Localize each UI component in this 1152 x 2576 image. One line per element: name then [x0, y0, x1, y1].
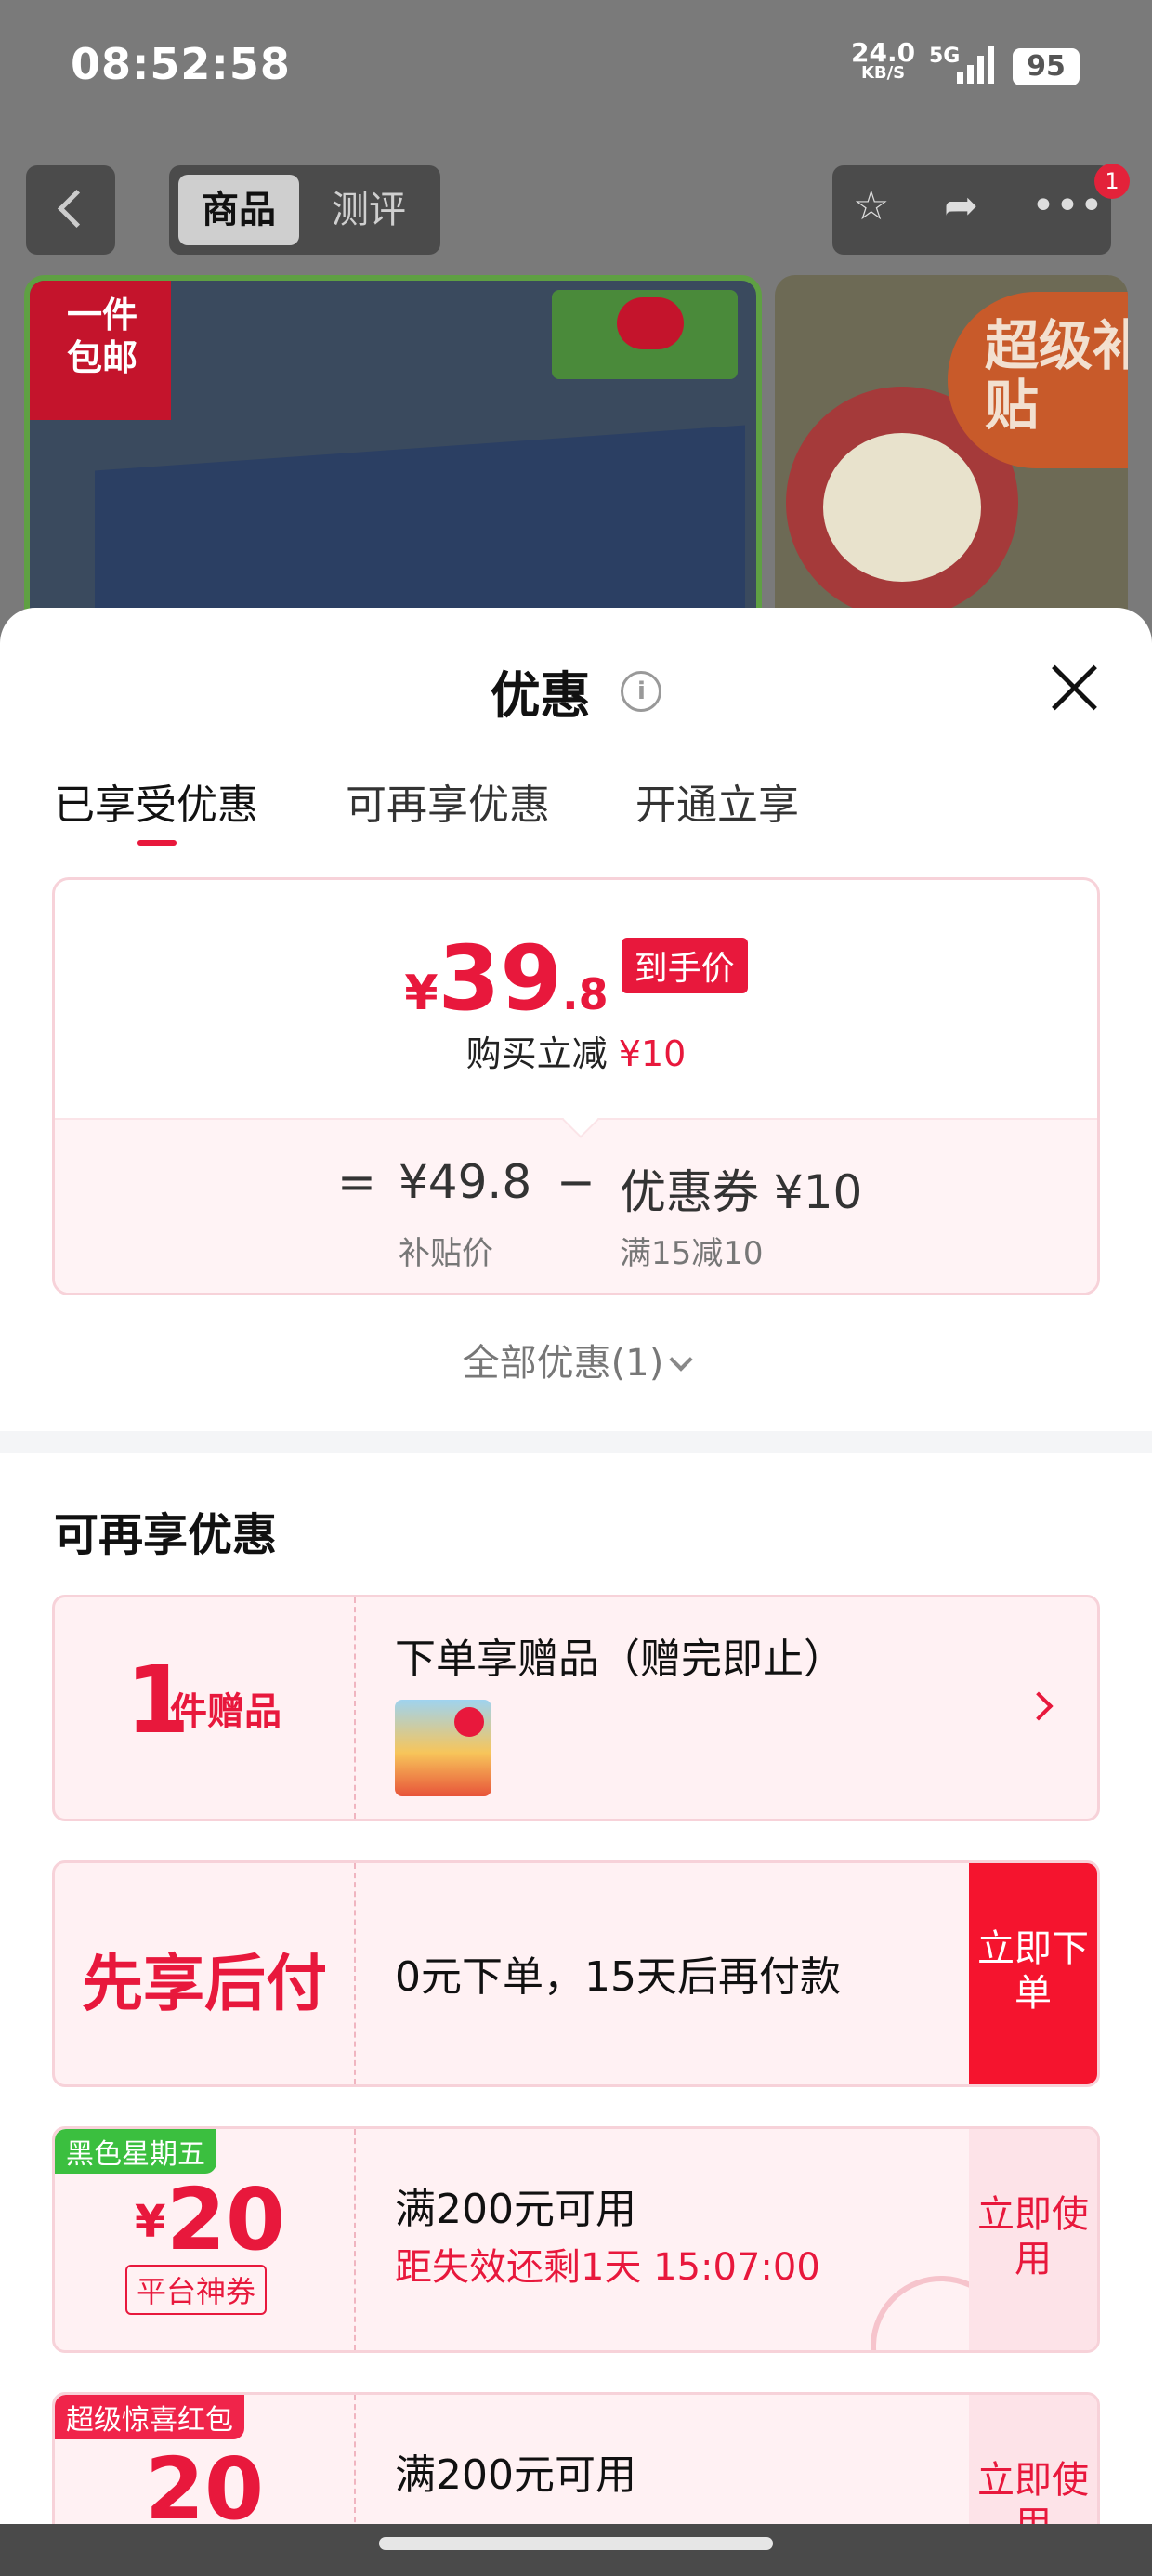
super-subsidy-tag: 超级补贴 [948, 292, 1128, 468]
network-speed: 24.0 KB/S [851, 40, 915, 84]
price-integer: 39 [438, 927, 563, 1031]
more-discounts-title: 可再享优惠 [54, 1509, 278, 1561]
share-icon[interactable]: ➦ [944, 182, 978, 230]
product-navbar: 商品 测评 ☆ ➦ ••• [0, 164, 1152, 256]
system-nav-bar [0, 2524, 1152, 2576]
coupon-currency: ¥ [135, 2196, 166, 2248]
subsidy-price-label: 补贴价 [399, 1235, 493, 1272]
pay-later-left: 先享后付 [55, 1863, 354, 2084]
signal-type: 5G [929, 45, 961, 68]
instant-discount-label: 购买立减 [465, 1033, 608, 1074]
price-breakdown: = ¥49.8 补贴价 − 优惠券 ¥10 满15减10 [55, 1101, 1097, 1293]
discount-sheet: 优惠 i 已享受优惠 可再享优惠 开通立享 ¥39.8到手价 购买立减 ¥10 … [0, 608, 1152, 2576]
close-icon[interactable] [1048, 662, 1100, 714]
price-currency: ¥ [404, 966, 439, 1021]
pay-later-label: 先享后付 [82, 1948, 327, 2019]
formula-equals: = [337, 1155, 376, 1209]
sheet-header: 优惠 i [0, 654, 1152, 728]
product-segment-control: 商品 测评 [169, 165, 440, 255]
final-price-card: ¥39.8到手价 购买立减 ¥10 = ¥49.8 补贴价 − 优惠券 ¥10 … [52, 877, 1100, 1295]
gift-offer-left: 1 件赠品 [55, 1597, 354, 1819]
pay-later-text: 0元下单，15天后再付款 [395, 1953, 841, 2001]
notification-badge: 1 [1094, 164, 1130, 199]
instant-discount-amount: ¥10 [618, 1033, 687, 1074]
gift-image [395, 1700, 491, 1796]
all-discounts-label: 全部优惠(1) [462, 1342, 664, 1385]
coupon-price: 优惠券 ¥10 [620, 1165, 863, 1219]
order-now-button[interactable]: 立即下单 [969, 1863, 1097, 2084]
battery-icon: 95 [1013, 48, 1080, 85]
final-price-tag: 到手价 [621, 938, 748, 993]
product-image-apple[interactable]: 超级补贴 [775, 275, 1128, 651]
active-tab-indicator [137, 840, 177, 846]
final-price-header: ¥39.8到手价 购买立减 ¥10 [55, 880, 1097, 1118]
segment-tab-product[interactable]: 商品 [178, 175, 299, 245]
gift-offer-text: 下单享赠品（赠完即止） [395, 1636, 844, 1683]
price-decimal: .8 [562, 969, 609, 1019]
subsidy-price: ¥49.8 [399, 1155, 532, 1209]
all-discounts-toggle[interactable]: 全部优惠(1) [0, 1333, 1152, 1387]
product-image-main[interactable]: 一件包邮 [24, 275, 762, 651]
red-packet-condition: 满200元可用 [395, 2451, 636, 2499]
home-indicator[interactable] [379, 2537, 773, 2550]
gift-offer-card[interactable]: 1 件赠品 下单享赠品（赠完即止） [52, 1595, 1100, 1821]
coupon-amount: 20 [166, 2170, 286, 2269]
platform-coupon-countdown: 距失效还剩1天 15:07:00 [395, 2246, 820, 2289]
tab-enjoyed[interactable]: 已享受优惠 [54, 771, 258, 831]
more-icon[interactable]: ••• [1031, 182, 1104, 230]
segment-tab-review[interactable]: 测评 [308, 175, 429, 245]
section-divider [0, 1431, 1152, 1453]
brand-logo [552, 290, 738, 379]
tab-more[interactable]: 可再享优惠 [346, 771, 550, 831]
discount-tabs: 已享受优惠 可再享优惠 开通立享 [0, 771, 1152, 846]
tab-activate[interactable]: 开通立享 [635, 771, 799, 831]
status-bar: 08:52:58 24.0 KB/S 5G 95 [0, 0, 1152, 139]
product-page-backdrop: 08:52:58 24.0 KB/S 5G 95 商品 测评 ☆ ➦ ••• 1… [0, 0, 1152, 651]
use-now-button[interactable]: 立即使用 [969, 2129, 1097, 2350]
coupon-price-label: 满15减10 [620, 1235, 764, 1272]
free-shipping-ribbon: 一件包邮 [30, 281, 171, 420]
platform-coupon-card: 黑色星期五 ¥ 20 平台神券 满200元可用 距失效还剩1天 15:07:00… [52, 2126, 1100, 2353]
star-icon[interactable]: ☆ [853, 182, 889, 230]
platform-coupon-left: ¥ 20 平台神券 [55, 2129, 354, 2350]
nav-actions: ☆ ➦ ••• [832, 165, 1111, 255]
coupon-type-label: 平台神券 [125, 2265, 268, 2315]
gift-unit: 件赠品 [170, 1690, 281, 1733]
signal-bars-icon [957, 46, 998, 84]
sheet-title: 优惠 [490, 666, 591, 725]
status-time: 08:52:58 [71, 39, 291, 89]
chevron-right-icon [1024, 1691, 1054, 1721]
formula-minus: − [556, 1155, 596, 1209]
info-icon[interactable]: i [621, 670, 662, 712]
final-price: ¥39.8到手价 [55, 927, 1097, 1031]
pay-later-card: 先享后付 0元下单，15天后再付款 立即下单 [52, 1860, 1100, 2087]
chevron-down-icon [669, 1347, 694, 1372]
instant-discount: 购买立减 ¥10 [55, 1025, 1097, 1076]
platform-coupon-condition: 满200元可用 [395, 2186, 636, 2233]
back-button[interactable] [26, 165, 115, 255]
